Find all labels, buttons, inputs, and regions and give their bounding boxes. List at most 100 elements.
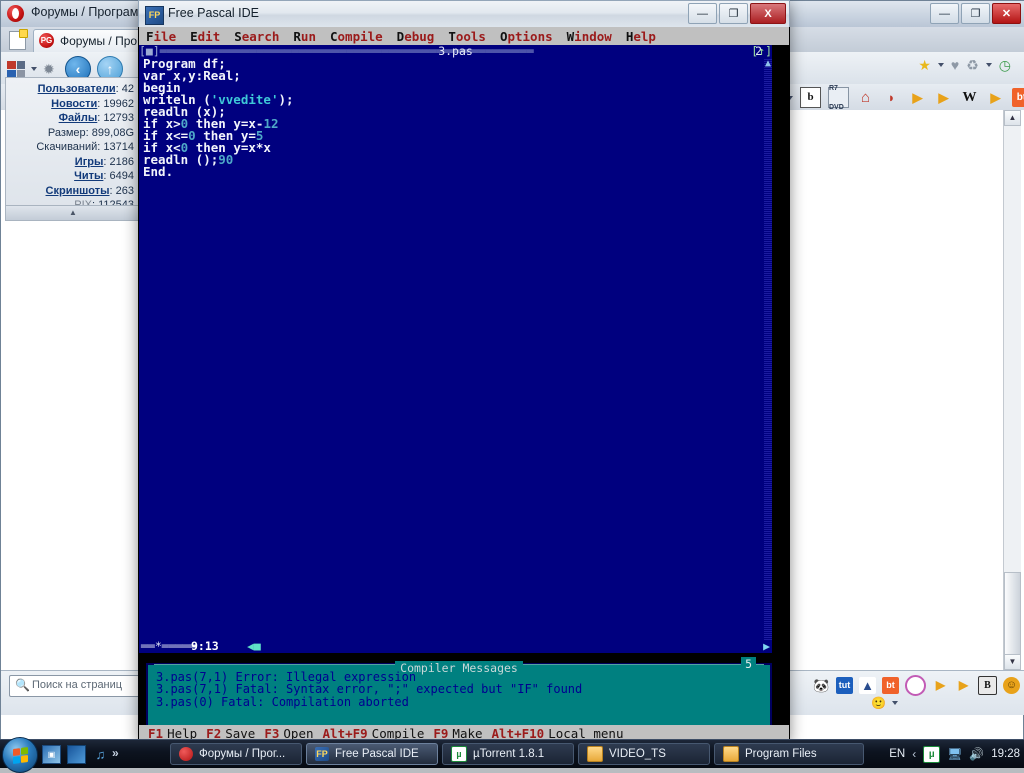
compiler-messages-window[interactable]: Compiler Messages 5 3.pas(7,1) Error: Il… <box>146 657 772 727</box>
editor-horizontal-scrollbar[interactable] <box>139 640 772 653</box>
stat-label-games[interactable]: Игры <box>75 156 104 168</box>
browser-window-controls[interactable]: — ❐ ✕ <box>930 3 1021 24</box>
stat-label-downloads: Скачиваний <box>36 141 98 153</box>
stat-label-screenshots[interactable]: Скриншоты <box>46 185 110 197</box>
taskbar-item-utorrent[interactable]: µ µTorrent 1.8.1 <box>442 743 574 765</box>
stat-label-files[interactable]: Файлы <box>59 112 98 124</box>
editor-zoom-box[interactable]: [↑] <box>751 45 772 58</box>
messages-list[interactable]: 3.pas(7,1) Error: Illegal expression 3.p… <box>156 671 582 708</box>
taskbar-item-label: Free Pascal IDE <box>335 748 419 760</box>
menu-item-search[interactable]: Search <box>227 29 286 44</box>
fpide-minimize-button[interactable]: — <box>688 3 717 24</box>
stat-value-files: 12793 <box>103 112 134 124</box>
wand-icon[interactable]: ✹ <box>43 61 59 77</box>
editor-scroll-up-arrow-icon[interactable]: ▲ <box>764 58 772 69</box>
menu-item-compile[interactable]: Compile <box>323 29 390 44</box>
taskbar-item-freepascal[interactable]: FP Free Pascal IDE <box>306 743 438 765</box>
trash-dropdown-caret-icon[interactable] <box>985 63 992 67</box>
heart-icon[interactable]: ♥ <box>951 57 959 73</box>
stat-row: Скачиваний: 13714 <box>36 141 134 153</box>
fpide-maximize-button[interactable]: ❐ <box>719 3 748 24</box>
mountain-icon[interactable]: ▲ <box>859 677 876 694</box>
scroll-down-button[interactable]: ▼ <box>1004 654 1021 670</box>
bookmark-play-3-icon[interactable]: ▶ <box>986 88 1005 107</box>
bookmark-wikipedia-icon[interactable]: W <box>960 88 979 107</box>
taskbar-item-videots[interactable]: VIDEO_TS <box>578 743 710 765</box>
browser-minimize-button[interactable]: — <box>930 3 959 24</box>
bookmark-play-1-icon[interactable]: ▶ <box>908 88 927 107</box>
taskbar-item-programfiles[interactable]: Program Files <box>714 743 864 765</box>
menu-item-run[interactable]: Run <box>286 29 323 44</box>
star-icon[interactable]: ★ <box>918 57 931 73</box>
bookmark-b-icon[interactable]: b <box>800 87 821 108</box>
smiley-widget[interactable]: 🙂 <box>871 696 899 710</box>
system-tray[interactable]: EN ‹ µ 🖥 🔊 19:28 <box>889 740 1020 768</box>
editor-vertical-scrollbar[interactable] <box>764 58 772 640</box>
utorrent-tray-icon[interactable]: µ <box>923 745 941 763</box>
menu-item-debug[interactable]: Debug <box>390 29 442 44</box>
fpide-menu-bar[interactable]: File Edit Search Run Compile Debug Tools… <box>139 27 789 45</box>
play-icon[interactable]: ▶ <box>932 677 949 694</box>
menu-item-help[interactable]: Help <box>619 29 663 44</box>
menu-item-options[interactable]: Options <box>493 29 560 44</box>
browser-close-button[interactable]: ✕ <box>992 3 1021 24</box>
taskbar-item-opera[interactable]: Форумы / Прог... <box>170 743 302 765</box>
smiley-widget-caret-icon[interactable] <box>892 701 899 705</box>
fpide-titlebar[interactable]: FP Free Pascal IDE — ❐ X <box>138 0 790 27</box>
fpide-close-button[interactable]: X <box>750 3 786 24</box>
quick-launch-overflow-chevron[interactable]: » <box>112 746 119 760</box>
stat-label-cheats[interactable]: Читы <box>74 170 103 182</box>
media-icon[interactable]: ♫ <box>92 746 109 763</box>
bookmark-play-2-icon[interactable]: ▶ <box>934 88 953 107</box>
taskbar-item-label: Program Files <box>745 748 817 760</box>
bookmark-home-icon[interactable]: ⌂ <box>856 88 875 107</box>
network-tray-icon[interactable]: 🖥 <box>947 747 962 762</box>
stat-label-users[interactable]: Пользователи <box>38 83 116 95</box>
taskbar-clock[interactable]: 19:28 <box>991 748 1020 760</box>
b-boxed-icon[interactable]: B <box>978 676 997 695</box>
stat-row: Пользователи: 42 <box>37 83 134 95</box>
bt-icon[interactable]: bt <box>882 677 899 694</box>
panels-icon[interactable] <box>7 61 25 77</box>
fox-icon[interactable]: 🐼 <box>813 677 830 694</box>
fpide-window-controls[interactable]: — ❐ X <box>688 3 786 24</box>
clock-icon[interactable]: ◷ <box>999 57 1011 73</box>
bookmark-bt-icon[interactable]: bt <box>1012 88 1024 107</box>
tut-icon[interactable]: tut <box>836 677 853 694</box>
editor-scroll-left-arrow-icon[interactable]: ◀■ <box>247 640 261 653</box>
fpide-editor-window[interactable]: [■]═════════════════════════════════════… <box>139 45 772 653</box>
tray-overflow-chevron[interactable]: ‹ <box>912 747 916 761</box>
windows-taskbar[interactable]: ▣ ♫ » Форумы / Прог... FP Free Pascal ID… <box>0 737 1024 773</box>
scrollbar-thumb[interactable] <box>1004 572 1021 656</box>
stat-label-news[interactable]: Новости <box>51 98 97 110</box>
menu-item-window[interactable]: Window <box>560 29 619 44</box>
bookmark-r7dvd-icon[interactable]: R7 DVD <box>828 85 849 111</box>
star-dropdown-caret-icon[interactable] <box>937 63 944 67</box>
forum-stats-scroll-strip[interactable]: ▲ <box>5 205 141 221</box>
stat-value-downloads: 13714 <box>103 141 134 153</box>
volume-tray-icon[interactable]: 🔊 <box>969 747 984 762</box>
menu-item-tools[interactable]: Tools <box>441 29 493 44</box>
opera-ring-icon[interactable] <box>905 675 926 696</box>
free-pascal-ide-window[interactable]: FP Free Pascal IDE — ❐ X File Edit Searc… <box>138 0 790 742</box>
new-tab-icon[interactable] <box>9 29 28 50</box>
search-input[interactable]: 🔍 Поиск на страниц <box>9 675 147 697</box>
editor-code-area[interactable]: Program df; var x,y:Real; begin writeln … <box>143 57 743 178</box>
switch-window-icon[interactable] <box>67 745 86 764</box>
menu-item-file[interactable]: File <box>139 29 183 44</box>
menu-item-edit[interactable]: Edit <box>183 29 227 44</box>
bookmark-car-icon[interactable]: ◗ <box>882 88 901 107</box>
browser-vertical-scrollbar[interactable]: ▲ ▼ <box>1003 110 1021 670</box>
browser-maximize-button[interactable]: ❐ <box>961 3 990 24</box>
quick-launch-bar[interactable]: ▣ ♫ <box>42 745 109 764</box>
scroll-up-button[interactable]: ▲ <box>1004 110 1021 126</box>
show-desktop-icon[interactable]: ▣ <box>42 745 61 764</box>
play-icon-2[interactable]: ▶ <box>955 677 972 694</box>
language-indicator[interactable]: EN <box>889 748 905 760</box>
dropdown-caret-icon[interactable] <box>31 67 37 71</box>
editor-scroll-right-arrow-icon[interactable]: ▶ <box>763 640 770 653</box>
smiley-icon[interactable]: ☺ <box>1003 677 1020 694</box>
search-icon: 🔍 <box>15 678 30 692</box>
status-bar-icons[interactable]: 🐼 tut ▲ bt ▶ ▶ B ☺ <box>813 675 1020 696</box>
trash-icon[interactable]: ♻ <box>966 57 979 73</box>
